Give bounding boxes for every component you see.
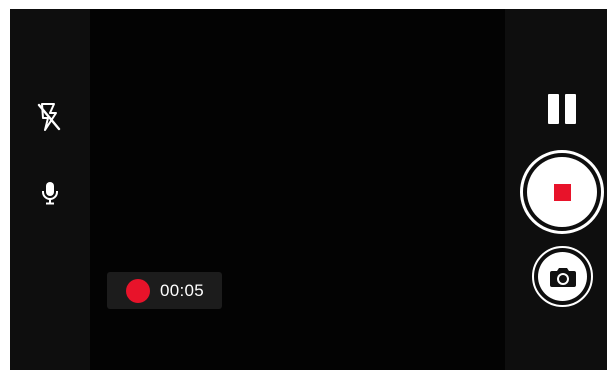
camera-icon: [549, 267, 576, 287]
microphone-button[interactable]: [38, 179, 62, 207]
recording-indicator: 00:05: [107, 272, 222, 309]
microphone-icon: [42, 182, 58, 205]
recording-dot-icon: [126, 278, 150, 303]
camera-viewfinder: [90, 9, 505, 370]
stop-recording-button[interactable]: [520, 150, 604, 234]
pause-button[interactable]: [545, 93, 579, 125]
stop-icon: [553, 183, 571, 201]
recording-time: 00:05: [160, 280, 205, 300]
flash-toggle-button[interactable]: [34, 101, 64, 133]
snapshot-button[interactable]: [532, 246, 593, 307]
camera-screen: 00:05: [10, 9, 607, 370]
pause-icon: [545, 94, 579, 124]
flash-off-icon: [37, 103, 61, 131]
